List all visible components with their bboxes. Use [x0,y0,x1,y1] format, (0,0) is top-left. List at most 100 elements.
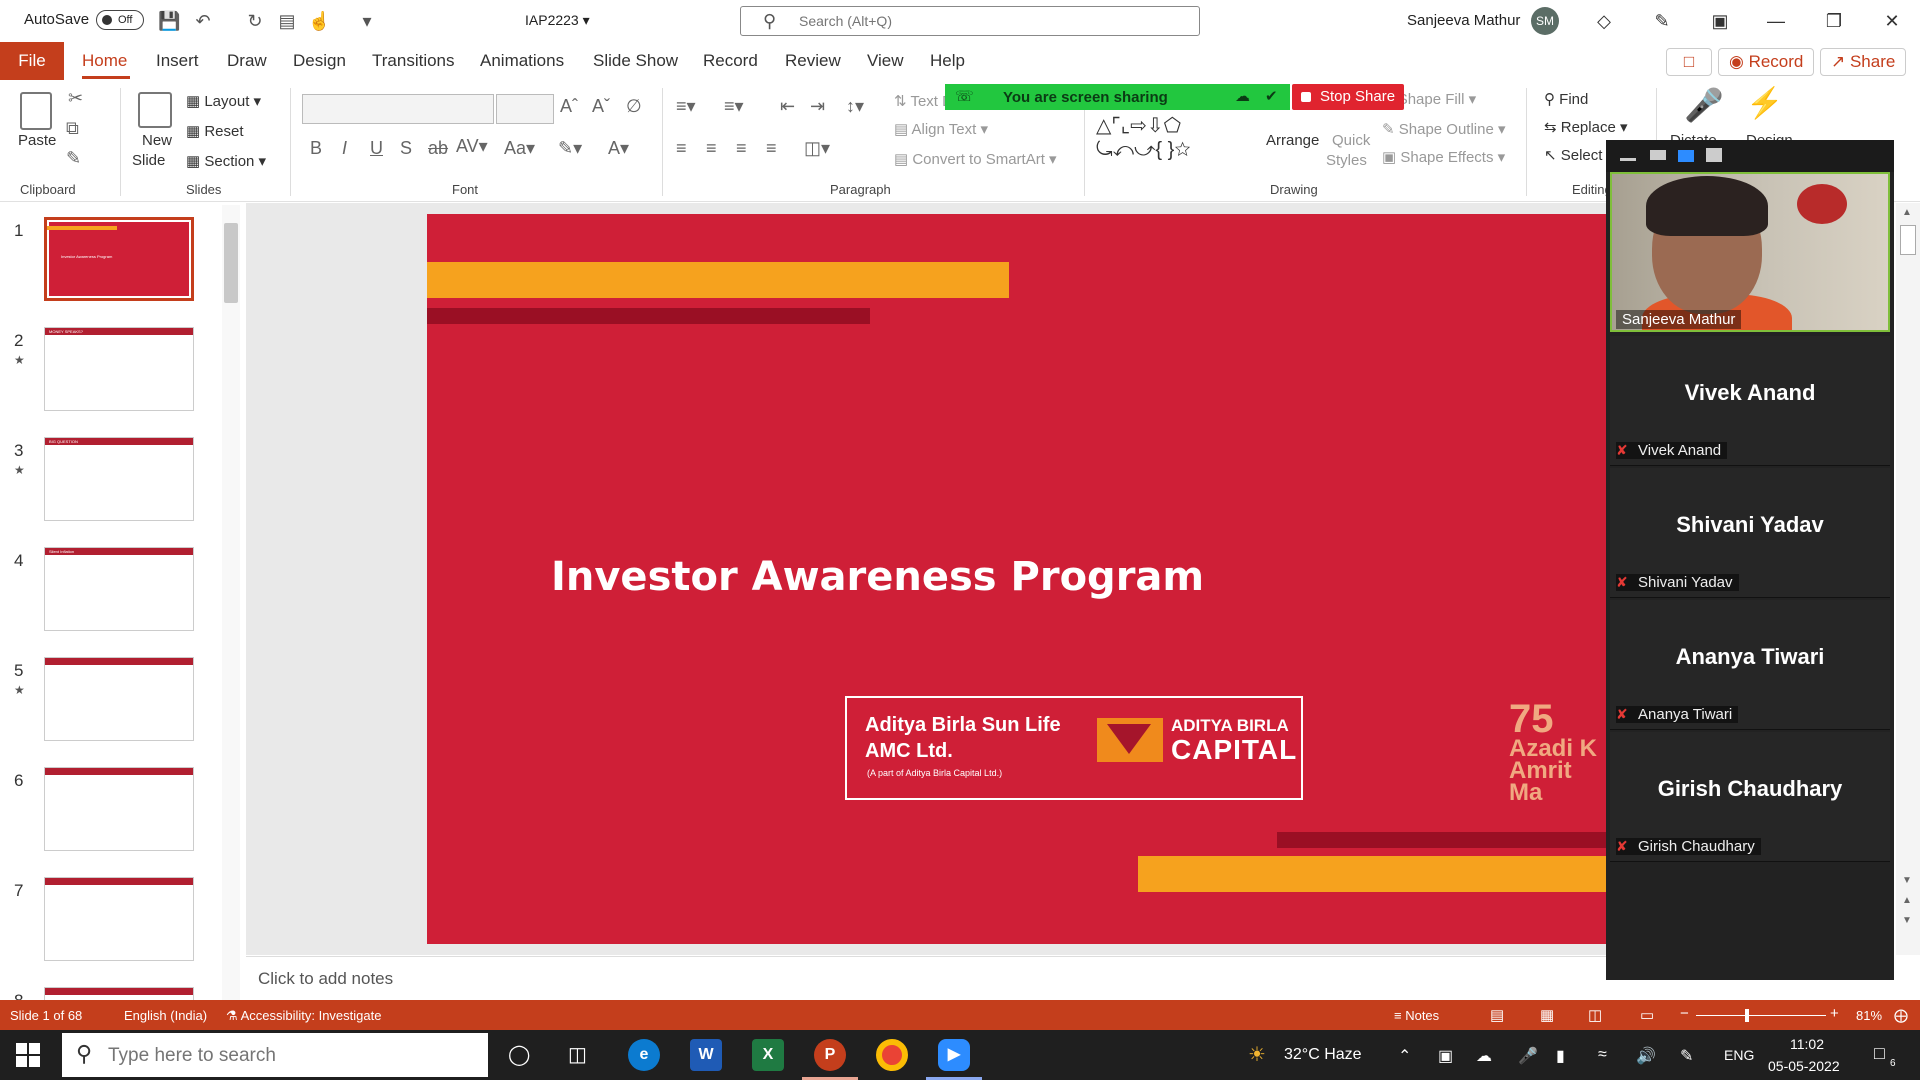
align-text-button[interactable]: ▤ Align Text ▾ [894,120,988,138]
bold-icon[interactable]: B [310,138,322,159]
align-center-icon[interactable]: ≡ [706,138,717,159]
change-case-icon[interactable]: Aa▾ [504,138,535,159]
slide-thumbnail[interactable]: Investor Awareness Program [44,217,194,301]
taskbar-search-input[interactable] [108,1045,468,1067]
thumbnails-scrollbar[interactable] [222,205,240,1000]
save-icon[interactable]: 💾 [158,10,180,32]
replace-button[interactable]: ⇆ Replace ▾ [1544,118,1628,136]
slide-scrollbar[interactable]: ▲ ▼ ▲ ▼ [1896,203,1920,955]
tab-home[interactable]: Home [82,51,127,71]
font-family-select[interactable] [302,94,494,124]
quick-styles-label-1[interactable]: Quick [1332,132,1370,149]
clock-date[interactable]: 05-05-2022 [1768,1058,1840,1074]
tab-design[interactable]: Design [293,51,346,71]
thumbnail-view-icon[interactable] [1650,150,1666,160]
slide-title[interactable]: Investor Awareness Program [551,554,1204,600]
strikethrough-icon[interactable]: ab [428,138,448,159]
taskbar-search[interactable]: ⚲ [62,1033,488,1077]
slide-thumbnail[interactable]: BIG QUESTION [44,437,194,521]
undo-icon[interactable]: ↶ [192,10,214,32]
autosave-toggle[interactable]: Off [96,10,144,30]
pen-workspace-icon[interactable]: ✎ [1680,1046,1693,1066]
powerpoint-icon[interactable]: P [814,1039,846,1071]
minimize-icon[interactable]: — [1756,6,1796,36]
maximize-icon[interactable]: ❐ [1814,6,1854,36]
shape-outline-button[interactable]: ✎ Shape Outline ▾ [1382,120,1506,138]
align-left-icon[interactable]: ≡ [676,138,687,159]
current-slide[interactable]: Investor Awareness Program Aditya Birla … [427,214,1607,944]
grow-font-icon[interactable]: Aˆ [560,96,578,117]
notes-placeholder[interactable]: Click to add notes [258,969,393,989]
windows-start-icon[interactable] [16,1043,40,1067]
paste-icon[interactable] [20,92,52,130]
speaker-view-icon[interactable] [1678,150,1694,162]
video-tile-self[interactable]: Sanjeeva Mathur [1610,172,1890,332]
align-right-icon[interactable]: ≡ [736,138,747,159]
minimize-icon[interactable] [1620,158,1636,161]
tab-draw[interactable]: Draw [227,51,267,71]
slide-show-icon[interactable]: ▭ [1640,1006,1654,1024]
cortana-icon[interactable]: ◯ [508,1042,530,1067]
excel-icon[interactable]: X [752,1039,784,1071]
highlight-icon[interactable]: ✎▾ [558,138,582,159]
slide-thumbnail[interactable] [44,877,194,961]
task-view-icon[interactable]: ◫ [568,1042,587,1067]
italic-icon[interactable]: I [342,138,347,159]
customize-toolbar-icon[interactable]: ▾ [356,10,378,32]
show-hidden-icons[interactable]: ⌃ [1398,1046,1411,1066]
shapes-gallery[interactable]: △⌜⌞⇨⇩⬠ ⤿⤺⤻{ }☆ [1096,114,1246,166]
tab-view[interactable]: View [867,51,904,71]
next-slide-icon[interactable]: ▼ [1902,915,1912,926]
cut-icon[interactable]: ✂ [68,88,83,109]
zoom-slider[interactable] [1696,1009,1826,1022]
slide-thumbnail[interactable]: Silent Inflation [44,547,194,631]
word-icon[interactable]: W [690,1039,722,1071]
line-spacing-icon[interactable]: ↕▾ [846,96,864,117]
tab-help[interactable]: Help [930,51,965,71]
paste-label[interactable]: Paste [18,132,56,149]
tab-review[interactable]: Review [785,51,841,71]
underline-icon[interactable]: U [370,138,383,159]
share-button[interactable]: ↗ Share [1820,48,1907,76]
notes-pane[interactable]: Click to add notes [246,956,1606,1000]
comments-button[interactable]: □ [1666,48,1712,76]
weather-icon[interactable]: ☀ [1248,1042,1266,1067]
slide-sorter-icon[interactable]: ▦ [1540,1006,1554,1024]
notification-icon[interactable]: □ [1874,1043,1885,1064]
columns-icon[interactable]: ◫▾ [804,138,830,159]
present-from-start-icon[interactable]: ▤ [276,10,298,32]
battery-icon[interactable]: ▮ [1556,1046,1565,1066]
wifi-icon[interactable]: ≈ [1598,1046,1607,1064]
normal-view-icon[interactable]: ▤ [1490,1006,1504,1024]
clear-formatting-icon[interactable]: ∅ [626,96,642,117]
new-slide-label-2[interactable]: Slide [132,152,165,169]
participant-tile[interactable]: Ananya Tiwari Ananya Tiwari ✘ [1610,600,1890,730]
select-button[interactable]: ↖ Select [1544,146,1602,164]
notes-button[interactable]: ≡ Notes [1394,1008,1439,1023]
quick-styles-label-2[interactable]: Styles [1326,152,1367,169]
tab-transitions[interactable]: Transitions [372,51,455,71]
increase-indent-icon[interactable]: ⇥ [810,96,825,117]
screen-share-status[interactable]: ☏ You are screen sharing ☁ ✔ [945,84,1290,110]
touch-mode-icon[interactable]: ☝ [308,10,330,32]
reading-view-icon[interactable]: ◫ [1588,1006,1602,1024]
participant-tile[interactable]: Shivani Yadav Shivani Yadav ✘ [1610,468,1890,598]
text-shadow-icon[interactable]: S [400,138,412,159]
chevron-down-icon[interactable]: ⌄ [1740,780,1753,800]
search-input[interactable] [799,13,1179,29]
language-indicator[interactable]: English (India) [124,1008,207,1023]
tab-insert[interactable]: Insert [156,51,199,71]
shape-effects-button[interactable]: ▣ Shape Effects ▾ [1382,148,1505,166]
scroll-down-icon[interactable]: ▼ [1902,875,1912,886]
character-spacing-icon[interactable]: AV▾ [456,136,488,157]
accessibility-button[interactable]: ⚗ Accessibility: Investigate [226,1008,381,1024]
bullets-icon[interactable]: ≡▾ [676,96,696,117]
zoom-out-icon[interactable]: − [1680,1005,1689,1022]
scrollbar-thumb[interactable] [1900,225,1916,255]
onedrive-icon[interactable]: ☁ [1476,1046,1492,1066]
participant-tile[interactable]: Vivek Anand Vivek Anand ✘ [1610,336,1890,466]
avatar[interactable]: SM [1531,7,1559,35]
record-button[interactable]: ◉ Record [1718,48,1815,76]
search-box[interactable]: ⚲ [740,6,1200,36]
numbering-icon[interactable]: ≡▾ [724,96,744,117]
